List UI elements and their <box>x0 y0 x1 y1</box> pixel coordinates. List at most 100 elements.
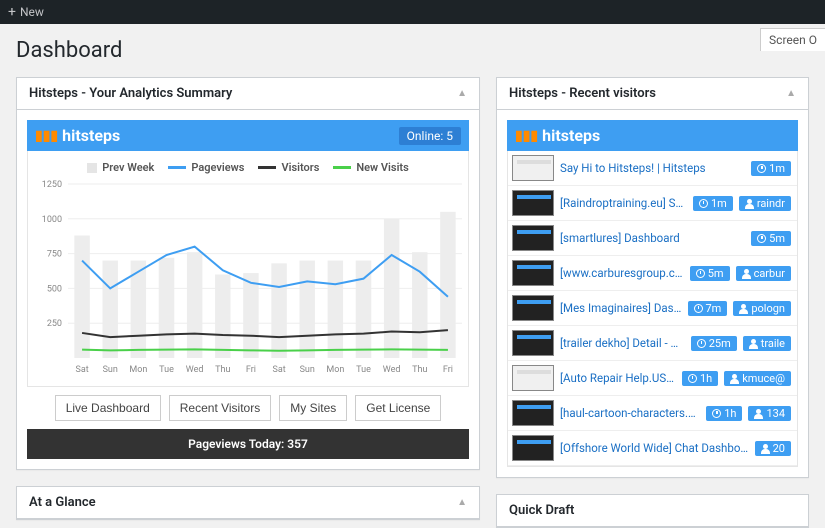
user-icon <box>754 409 763 418</box>
page-title: Dashboard <box>16 38 809 63</box>
page-thumbnail <box>512 190 554 216</box>
svg-text:Fri: Fri <box>443 365 453 375</box>
clock-icon <box>696 269 705 278</box>
brand-bar: ▮▮▮ hitsteps <box>507 120 798 151</box>
swatch-visitors-icon <box>258 166 276 169</box>
time-badge: 1m <box>751 161 791 176</box>
svg-text:1000: 1000 <box>42 215 62 225</box>
clock-icon <box>697 339 706 348</box>
user-badge: traile <box>743 336 791 351</box>
new-button[interactable]: + New <box>8 5 44 19</box>
page-thumbnail <box>512 330 554 356</box>
brand-logo: ▮▮▮ hitsteps <box>35 126 120 145</box>
user-icon <box>730 374 739 383</box>
time-badge: 5m <box>751 231 791 246</box>
time-badge: 5m <box>690 266 730 281</box>
screen-options-tab[interactable]: Screen O <box>760 28 825 51</box>
visitor-row[interactable]: [Raindroptraining.eu] Setting1mraindr <box>508 186 797 221</box>
svg-text:250: 250 <box>47 319 62 329</box>
pageviews-today-bar: Pageviews Today: 357 <box>27 429 469 459</box>
collapse-icon[interactable]: ▲ <box>457 88 467 99</box>
user-badge: raindr <box>739 196 791 211</box>
svg-text:Sun: Sun <box>103 365 118 375</box>
page-thumbnail <box>512 155 554 181</box>
svg-text:Mon: Mon <box>326 365 344 375</box>
visitor-list: Say Hi to Hitsteps! | Hitsteps 1m [Raindro… <box>507 151 798 467</box>
visitor-row[interactable]: Say Hi to Hitsteps! | Hitsteps 1m <box>508 151 797 186</box>
brand-text: hitsteps <box>542 126 600 145</box>
clock-icon <box>694 304 703 313</box>
visitor-row[interactable]: [www.carburesgroup.com] Dashboard 5m carbu… <box>508 256 797 291</box>
visitor-row[interactable]: [Auto Repair Help.US] Dashboard1hkmuce@ <box>508 361 797 396</box>
time-badge: 1h <box>706 406 742 421</box>
time-badge: 7m <box>688 301 728 316</box>
swatch-newvisits-icon <box>333 166 351 169</box>
user-badge: 20 <box>755 441 791 456</box>
visitor-page-link[interactable]: [Auto Repair Help.US] Dashboard <box>560 371 676 385</box>
svg-text:Tue: Tue <box>356 365 371 375</box>
svg-text:1250: 1250 <box>42 180 62 190</box>
admin-topbar: + New <box>0 0 825 24</box>
visitor-page-link[interactable]: Say Hi to Hitsteps! | Hitsteps <box>560 161 745 175</box>
online-badge[interactable]: Online: 5 <box>399 127 461 145</box>
recent-visitors-box: Hitsteps - Recent visitors ▲ ▮▮▮ hitstep… <box>496 77 809 478</box>
quick-draft-box: Quick Draft <box>496 494 809 528</box>
svg-text:Thu: Thu <box>215 365 230 375</box>
get-license-button[interactable]: Get License <box>355 395 441 421</box>
analytics-summary-box: Hitsteps - Your Analytics Summary ▲ ▮▮▮ … <box>16 77 480 470</box>
page-thumbnail <box>512 435 554 461</box>
user-icon <box>742 269 751 278</box>
svg-text:Wed: Wed <box>186 365 204 375</box>
page-thumbnail <box>512 260 554 286</box>
visitor-page-link[interactable]: [Raindroptraining.eu] Setting <box>560 196 687 210</box>
svg-text:Thu: Thu <box>412 365 427 375</box>
clock-icon <box>757 164 766 173</box>
visitor-row[interactable]: [smartlures] Dashboard 5m <box>508 221 797 256</box>
page-thumbnail <box>512 295 554 321</box>
page-thumbnail <box>512 365 554 391</box>
box-title: Hitsteps - Recent visitors <box>509 86 656 101</box>
live-dashboard-button[interactable]: Live Dashboard <box>55 395 161 421</box>
visitor-page-link[interactable]: [smartlures] Dashboard <box>560 231 745 245</box>
box-header[interactable]: Quick Draft <box>497 495 808 527</box>
chart-legend: Prev Week Pageviews Visitors New Visits <box>28 151 468 178</box>
visitor-row[interactable]: [haul-cartoon-characters.com] Detail - V… <box>508 396 797 431</box>
visitor-row[interactable]: [trailer dekho] Detail - Visitors25mtrai… <box>508 326 797 361</box>
recent-visitors-button[interactable]: Recent Visitors <box>169 395 271 421</box>
swatch-pageviews-icon <box>168 166 186 169</box>
user-icon <box>761 444 770 453</box>
clock-icon <box>688 374 697 383</box>
visitor-row[interactable]: [Mes Imaginaires] Dashboard 7m pologn <box>508 291 797 326</box>
brand-logo: ▮▮▮ hitsteps <box>515 126 600 145</box>
swatch-prev-icon <box>87 163 97 173</box>
box-title: Hitsteps - Your Analytics Summary <box>29 86 232 101</box>
plus-icon: + <box>8 5 16 19</box>
box-header[interactable]: Hitsteps - Your Analytics Summary ▲ <box>17 78 479 110</box>
box-header[interactable]: At a Glance ▲ <box>17 487 479 519</box>
box-header[interactable]: Hitsteps - Recent visitors ▲ <box>497 78 808 110</box>
user-icon <box>745 199 754 208</box>
svg-text:Wed: Wed <box>383 365 401 375</box>
collapse-icon[interactable]: ▲ <box>457 497 467 508</box>
box-title: Quick Draft <box>509 503 574 518</box>
box-title: At a Glance <box>29 495 96 510</box>
brand-text: hitsteps <box>62 126 120 145</box>
svg-text:Sun: Sun <box>300 365 315 375</box>
bars-icon: ▮▮▮ <box>35 128 58 144</box>
user-badge: 134 <box>748 406 791 421</box>
visitor-row[interactable]: [Offshore World Wide] Chat Dashboard - M… <box>508 431 797 466</box>
page-thumbnail <box>512 225 554 251</box>
visitor-page-link[interactable]: [www.carburesgroup.com] Dashboard <box>560 266 684 280</box>
time-badge: 1h <box>682 371 718 386</box>
visitor-page-link[interactable]: [haul-cartoon-characters.com] Detail - V… <box>560 406 700 420</box>
svg-text:Mon: Mon <box>129 365 147 375</box>
visitor-page-link[interactable]: [Mes Imaginaires] Dashboard <box>560 301 682 315</box>
svg-text:Tue: Tue <box>159 365 174 375</box>
user-badge: pologn <box>733 301 791 316</box>
svg-text:Sat: Sat <box>272 365 285 375</box>
user-badge: carbur <box>736 266 791 281</box>
my-sites-button[interactable]: My Sites <box>279 395 347 421</box>
collapse-icon[interactable]: ▲ <box>786 88 796 99</box>
visitor-page-link[interactable]: [Offshore World Wide] Chat Dashboard - M… <box>560 441 749 455</box>
visitor-page-link[interactable]: [trailer dekho] Detail - Visitors <box>560 336 685 350</box>
